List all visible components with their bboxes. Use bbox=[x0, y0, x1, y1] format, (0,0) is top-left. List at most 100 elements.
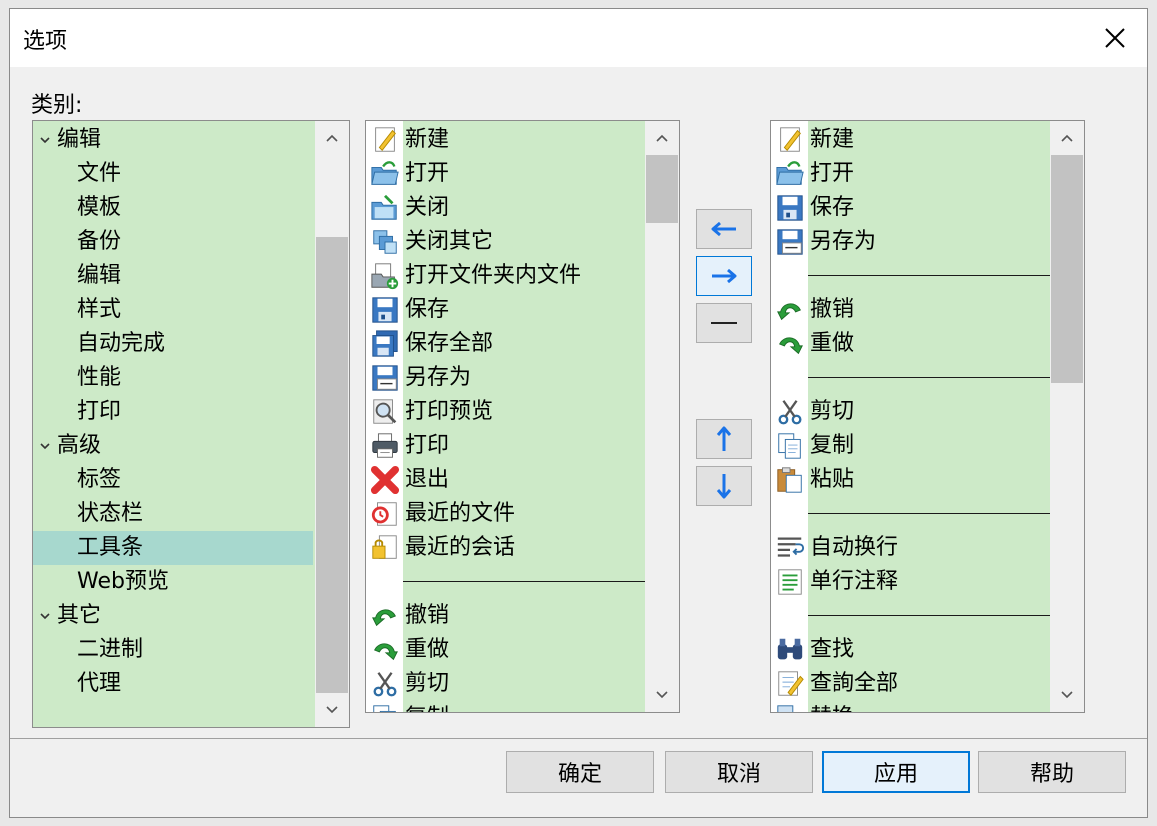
command-item[interactable]: 重做 bbox=[366, 633, 646, 667]
tree-item-label: 文件 bbox=[77, 161, 122, 186]
command-item[interactable]: 替换 bbox=[771, 701, 1051, 712]
find-icon bbox=[774, 635, 806, 665]
current-scrollbar[interactable] bbox=[1050, 121, 1084, 712]
tree-item[interactable]: 打印 bbox=[33, 395, 313, 429]
options-dialog: 选项 类别: 编辑 文件 模板 备份 编辑 样式 自动完成 性能 打印 高级 标签 状态栏 工具条 Web… bbox=[9, 8, 1148, 818]
tree-item[interactable]: 高级 bbox=[33, 429, 313, 463]
ok-button[interactable]: 确定 bbox=[506, 751, 654, 793]
tree-item[interactable]: 编辑 bbox=[33, 259, 313, 293]
command-label: 查找 bbox=[810, 637, 855, 662]
scroll-down-arrow[interactable] bbox=[645, 678, 679, 712]
command-item[interactable]: 保存 bbox=[771, 191, 1051, 225]
tree-item[interactable]: 工具条 bbox=[33, 531, 313, 565]
close-button[interactable] bbox=[1089, 15, 1141, 61]
tree-item[interactable]: 代理 bbox=[33, 667, 313, 701]
close-icon bbox=[1105, 28, 1125, 48]
tree-item[interactable]: 编辑 bbox=[33, 123, 313, 157]
command-item[interactable]: 剪切 bbox=[366, 667, 646, 701]
tree-item[interactable]: 文件 bbox=[33, 157, 313, 191]
command-item[interactable]: 自动换行 bbox=[771, 531, 1051, 565]
tree-item[interactable]: 标签 bbox=[33, 463, 313, 497]
tree-item[interactable]: 备份 bbox=[33, 225, 313, 259]
command-item[interactable]: 复制 bbox=[366, 701, 646, 712]
command-item[interactable]: 另存为 bbox=[771, 225, 1051, 259]
command-item[interactable]: 打印预览 bbox=[366, 395, 646, 429]
apply-button[interactable]: 应用 bbox=[822, 751, 970, 793]
available-scrollbar[interactable] bbox=[645, 121, 679, 712]
command-item[interactable]: 另存为 bbox=[366, 361, 646, 395]
command-item[interactable]: 新建 bbox=[366, 123, 646, 157]
add-button[interactable] bbox=[696, 256, 752, 296]
scroll-up-arrow[interactable] bbox=[645, 121, 679, 155]
command-item[interactable]: 打开 bbox=[771, 157, 1051, 191]
help-button[interactable]: 帮助 bbox=[978, 751, 1126, 793]
tree-item[interactable]: 状态栏 bbox=[33, 497, 313, 531]
scroll-up-arrow[interactable] bbox=[1050, 121, 1084, 155]
word-wrap-icon bbox=[774, 533, 806, 563]
tree-item[interactable]: 性能 bbox=[33, 361, 313, 395]
tree-item[interactable]: 模板 bbox=[33, 191, 313, 225]
tree-item-label: 编辑 bbox=[77, 263, 122, 288]
separator[interactable] bbox=[403, 581, 645, 582]
arrow-left-icon bbox=[711, 221, 736, 237]
command-item[interactable]: 查找 bbox=[771, 633, 1051, 667]
move-down-button[interactable] bbox=[696, 466, 752, 506]
scroll-thumb[interactable] bbox=[646, 155, 678, 223]
open-folder-files-icon bbox=[369, 261, 401, 291]
command-item[interactable]: 退出 bbox=[366, 463, 646, 497]
tree-item[interactable]: 其它 bbox=[33, 599, 313, 633]
current-toolbar-list[interactable]: 新建打开保存另存为撤销重做剪切复制粘贴自动换行单行注释查找查詢全部替换 bbox=[770, 120, 1085, 713]
scroll-up-arrow[interactable] bbox=[315, 121, 349, 155]
command-item[interactable]: 重做 bbox=[771, 327, 1051, 361]
replace-icon bbox=[774, 703, 806, 712]
command-item[interactable]: 关闭 bbox=[366, 191, 646, 225]
tree-item[interactable]: Web预览 bbox=[33, 565, 313, 599]
command-item[interactable]: 撤销 bbox=[366, 599, 646, 633]
separator[interactable] bbox=[808, 513, 1050, 514]
command-item[interactable]: 最近的会话 bbox=[366, 531, 646, 565]
save-icon bbox=[774, 193, 806, 223]
scroll-thumb[interactable] bbox=[1051, 155, 1083, 383]
close-others-icon bbox=[369, 227, 401, 257]
scroll-down-arrow[interactable] bbox=[1050, 678, 1084, 712]
cut-icon bbox=[369, 669, 401, 699]
tree-item[interactable]: 样式 bbox=[33, 293, 313, 327]
tree-scrollbar[interactable] bbox=[315, 121, 349, 727]
command-label: 撤销 bbox=[810, 297, 855, 322]
command-item[interactable]: 复制 bbox=[771, 429, 1051, 463]
move-up-button[interactable] bbox=[696, 419, 752, 459]
command-item[interactable]: 单行注释 bbox=[771, 565, 1051, 599]
add-separator-button[interactable] bbox=[696, 303, 752, 343]
command-item[interactable]: 剪切 bbox=[771, 395, 1051, 429]
tree-item-label: 模板 bbox=[77, 195, 122, 220]
command-item[interactable]: 新建 bbox=[771, 123, 1051, 157]
command-item[interactable]: 打开 bbox=[366, 157, 646, 191]
command-item[interactable]: 保存 bbox=[366, 293, 646, 327]
command-item[interactable]: 查詢全部 bbox=[771, 667, 1051, 701]
command-item[interactable]: 保存全部 bbox=[366, 327, 646, 361]
command-item[interactable]: 关闭其它 bbox=[366, 225, 646, 259]
tree-item[interactable]: 自动完成 bbox=[33, 327, 313, 361]
tree-item-label: 样式 bbox=[77, 297, 122, 322]
command-item[interactable]: 打开文件夹内文件 bbox=[366, 259, 646, 293]
tree-item-label: 工具条 bbox=[77, 535, 144, 560]
command-item[interactable]: 打印 bbox=[366, 429, 646, 463]
scroll-thumb[interactable] bbox=[316, 237, 348, 693]
new-icon bbox=[774, 125, 806, 155]
command-item[interactable]: 最近的文件 bbox=[366, 497, 646, 531]
separator[interactable] bbox=[808, 615, 1050, 616]
separator[interactable] bbox=[808, 377, 1050, 378]
command-item[interactable]: 撤销 bbox=[771, 293, 1051, 327]
cancel-button[interactable]: 取消 bbox=[665, 751, 813, 793]
remove-button[interactable] bbox=[696, 209, 752, 249]
tree-item-label: 二进制 bbox=[77, 637, 144, 662]
command-item[interactable]: 粘贴 bbox=[771, 463, 1051, 497]
available-commands-list[interactable]: 新建 打开 关闭 关闭其它 打开文件夹内文件 保存 保存全部 另存为 打印预览 打印 退出 最近的文件… bbox=[365, 120, 680, 713]
separator[interactable] bbox=[808, 275, 1050, 276]
category-tree[interactable]: 编辑 文件 模板 备份 编辑 样式 自动完成 性能 打印 高级 标签 状态栏 工具条 Web预览 其它 二进制… bbox=[32, 120, 350, 728]
tree-item-label: 标签 bbox=[77, 467, 122, 492]
scroll-down-arrow[interactable] bbox=[315, 693, 349, 727]
copy-icon bbox=[774, 431, 806, 461]
tree-item[interactable]: 二进制 bbox=[33, 633, 313, 667]
redo-icon bbox=[774, 329, 806, 359]
